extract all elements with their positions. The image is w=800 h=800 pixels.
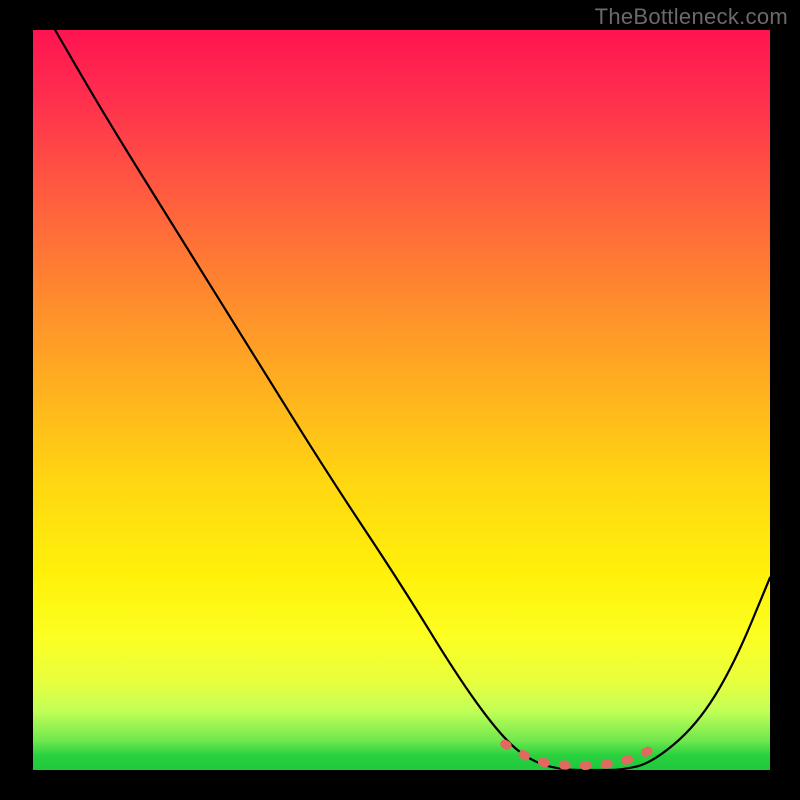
trough-dotted-overlay — [505, 744, 652, 765]
watermark-text: TheBottleneck.com — [595, 4, 788, 30]
chart-overlay-svg — [33, 30, 770, 770]
bottleneck-curve — [55, 30, 770, 770]
chart-canvas: TheBottleneck.com — [0, 0, 800, 800]
